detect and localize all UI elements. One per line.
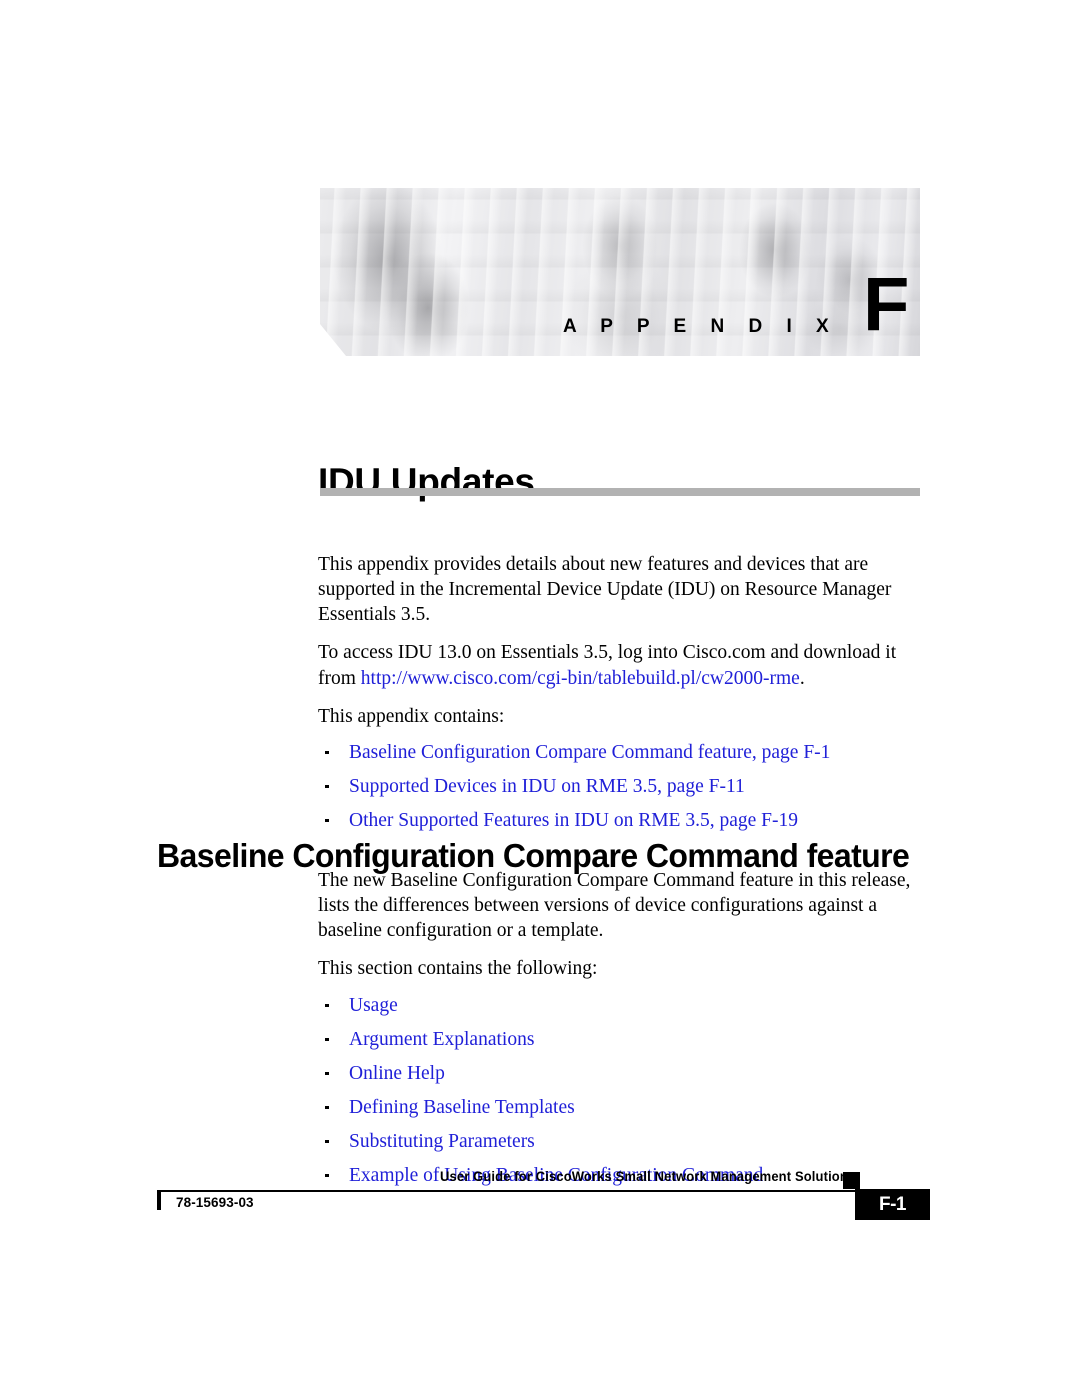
footer-divider [160, 1190, 860, 1192]
appendix-toc-list: Baseline Configuration Compare Command f… [318, 741, 928, 834]
bullet-dot-icon [325, 750, 329, 755]
section-link-label[interactable]: Usage [349, 995, 398, 1016]
section-paragraph-1: The new Baseline Configuration Compare C… [318, 870, 911, 942]
section-link-label[interactable]: Substituting Parameters [349, 1131, 535, 1152]
page-footer: User Guide for CiscoWorks Small Network … [0, 1168, 1080, 1248]
bullet-dot-icon [325, 1003, 329, 1008]
list-item[interactable]: Defining Baseline Templates [318, 1096, 930, 1121]
bullet-dot-icon [325, 784, 329, 789]
list-item[interactable]: Other Supported Features in IDU on RME 3… [318, 809, 928, 834]
section-link-label[interactable]: Online Help [349, 1063, 445, 1084]
intro-paragraph-1: This appendix provides details about new… [318, 554, 892, 626]
appendix-letter: F [863, 262, 910, 347]
list-item[interactable]: Argument Explanations [318, 1028, 930, 1053]
footer-left-tick [157, 1190, 161, 1210]
footer-square-marker [843, 1172, 860, 1189]
footer-page-number: F-1 [879, 1193, 907, 1215]
list-item[interactable]: Substituting Parameters [318, 1130, 930, 1155]
bullet-dot-icon [325, 1071, 329, 1076]
list-item[interactable]: Usage [318, 994, 930, 1019]
toc-link-label[interactable]: Supported Devices in IDU on RME 3.5, pag… [349, 776, 745, 797]
section-body: The new Baseline Configuration Compare C… [318, 868, 930, 1198]
intro-paragraph-2-period: . [799, 667, 805, 689]
title-divider [320, 488, 920, 496]
appendix-label: A P P E N D I X [563, 316, 839, 337]
list-item[interactable]: Supported Devices in IDU on RME 3.5, pag… [318, 775, 928, 800]
section-toc-list: Usage Argument Explanations Online Help … [318, 994, 930, 1189]
list-item[interactable]: Online Help [318, 1062, 930, 1087]
appendix-banner: A P P E N D I X F [320, 188, 920, 356]
bullet-dot-icon [325, 1139, 329, 1144]
bullet-dot-icon [325, 1037, 329, 1042]
intro-contains-lead-in: This appendix contains: [318, 705, 505, 727]
section-link-label[interactable]: Argument Explanations [349, 1029, 534, 1050]
footer-guide-title: User Guide for CiscoWorks Small Network … [440, 1169, 848, 1184]
section-link-label[interactable]: Defining Baseline Templates [349, 1097, 575, 1118]
bullet-dot-icon [325, 818, 329, 823]
intro-section: This appendix provides details about new… [318, 552, 928, 843]
list-item[interactable]: Baseline Configuration Compare Command f… [318, 741, 928, 766]
toc-link-label[interactable]: Baseline Configuration Compare Command f… [349, 742, 830, 763]
footer-document-number: 78-15693-03 [176, 1195, 254, 1210]
section-contains-lead-in: This section contains the following: [318, 958, 598, 980]
document-page: A P P E N D I X F IDU Updates This appen… [0, 0, 1080, 1397]
intro-paragraph-2: To access IDU 13.0 on Essentials 3.5, lo… [318, 640, 928, 690]
bullet-dot-icon [325, 1105, 329, 1110]
toc-link-label[interactable]: Other Supported Features in IDU on RME 3… [349, 810, 798, 831]
download-url-link[interactable]: http://www.cisco.com/cgi-bin/tablebuild.… [361, 668, 800, 689]
